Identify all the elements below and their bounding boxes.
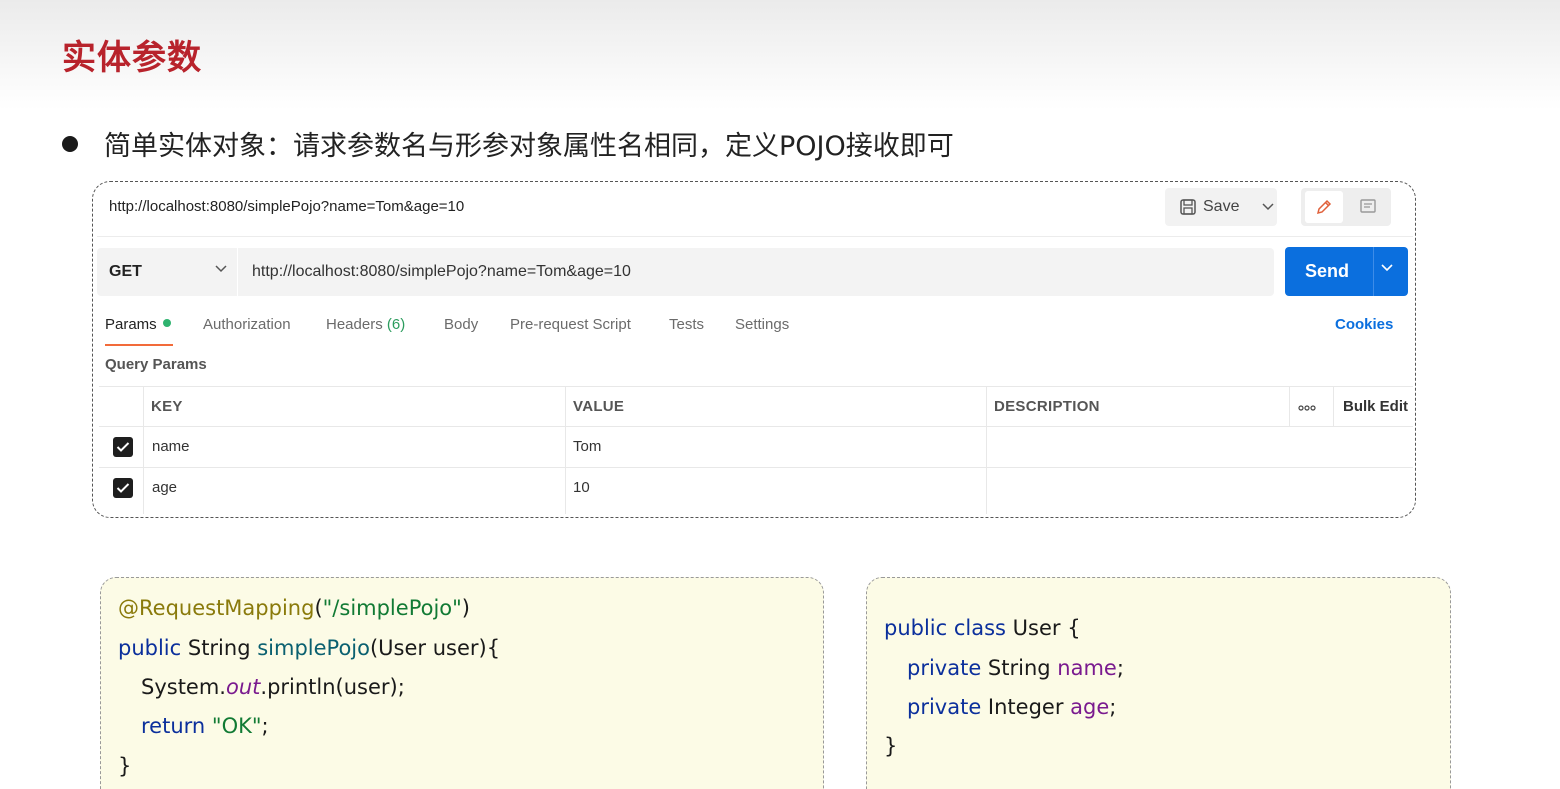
slide-title: 实体参数 (62, 38, 202, 78)
send-divider (1373, 247, 1374, 296)
tab-authorization[interactable]: Authorization (203, 316, 291, 333)
query-params-table: KEY VALUE DESCRIPTION Bulk Edit name Tom… (99, 386, 1413, 514)
code-line-4: return "OK"; (141, 714, 269, 738)
bullet-point: 简单实体对象：请求参数名与形参对象属性名相同，定义POJO接收即可 (62, 124, 954, 163)
http-method-label: GET (109, 263, 142, 280)
document-icon (1360, 199, 1376, 213)
code-line-1: @RequestMapping("/simplePojo") (118, 596, 470, 620)
param-key-cell[interactable]: age (152, 479, 177, 496)
query-params-label: Query Params (105, 356, 207, 373)
column-header-value: VALUE (573, 398, 625, 415)
table-row: age 10 (99, 468, 1413, 509)
tab-tests[interactable]: Tests (669, 316, 704, 333)
code-line-2: public String simplePojo(User user){ (118, 636, 501, 660)
params-active-dot-icon (162, 319, 171, 327)
http-method-select[interactable]: GET (97, 248, 237, 296)
active-tab-indicator (105, 344, 173, 346)
slide-header-band (0, 0, 1560, 110)
column-header-key: KEY (151, 398, 183, 415)
tab-params[interactable]: Params (105, 316, 171, 333)
save-label: Save (1203, 198, 1240, 215)
request-title-url[interactable]: http://localhost:8080/simplePojo?name=To… (109, 198, 464, 215)
chevron-down-icon (215, 265, 227, 273)
cookies-link[interactable]: Cookies (1335, 316, 1393, 333)
table-row: name Tom (99, 427, 1413, 468)
param-key-cell[interactable]: name (152, 438, 190, 455)
pencil-icon (1316, 199, 1332, 215)
bulk-edit-button[interactable]: Bulk Edit (1343, 398, 1408, 415)
code-line-3: private Integer age; (907, 695, 1117, 719)
row-enabled-checkbox[interactable] (113, 437, 133, 457)
send-button[interactable]: Send (1285, 247, 1408, 296)
postman-request-panel: http://localhost:8080/simplePojo?name=To… (92, 181, 1416, 518)
pojo-class-code-block: public class User { private String name;… (866, 577, 1451, 789)
code-line-1: public class User { (884, 616, 1081, 640)
tab-body[interactable]: Body (444, 316, 478, 333)
send-label: Send (1305, 261, 1350, 281)
checkmark-icon (116, 483, 130, 493)
checkmark-icon (116, 442, 130, 452)
tab-settings[interactable]: Settings (735, 316, 789, 333)
table-header-row: KEY VALUE DESCRIPTION Bulk Edit (99, 386, 1413, 427)
chevron-down-icon[interactable] (1381, 264, 1393, 272)
code-line-5: } (118, 754, 132, 778)
request-url-input[interactable]: http://localhost:8080/simplePojo?name=To… (238, 248, 1274, 296)
param-value-cell[interactable]: Tom (573, 438, 601, 455)
view-mode-toggle (1301, 188, 1391, 226)
column-header-description: DESCRIPTION (994, 398, 1100, 415)
chevron-down-icon (1262, 203, 1274, 211)
code-line-4: } (884, 734, 898, 758)
controller-code-block: @RequestMapping("/simplePojo") public St… (100, 577, 824, 789)
save-icon (1180, 199, 1196, 215)
bullet-text: 简单实体对象：请求参数名与形参对象属性名相同，定义POJO接收即可 (104, 131, 954, 162)
headers-count: (6) (386, 316, 406, 333)
bullet-dot-icon (62, 135, 78, 152)
code-line-2: private String name; (907, 656, 1124, 680)
documentation-mode-button[interactable] (1349, 191, 1387, 223)
param-value-cell[interactable]: 10 (573, 479, 590, 496)
code-line-3: System.out.println(user); (141, 675, 405, 699)
row-enabled-checkbox[interactable] (113, 478, 133, 498)
tab-headers[interactable]: Headers (6) (326, 316, 405, 333)
more-options-icon[interactable] (1298, 405, 1316, 411)
header-divider (97, 236, 1413, 237)
save-options-button[interactable] (1253, 188, 1283, 226)
edit-mode-button[interactable] (1305, 191, 1343, 223)
tab-pre-request-script[interactable]: Pre-request Script (510, 316, 631, 333)
